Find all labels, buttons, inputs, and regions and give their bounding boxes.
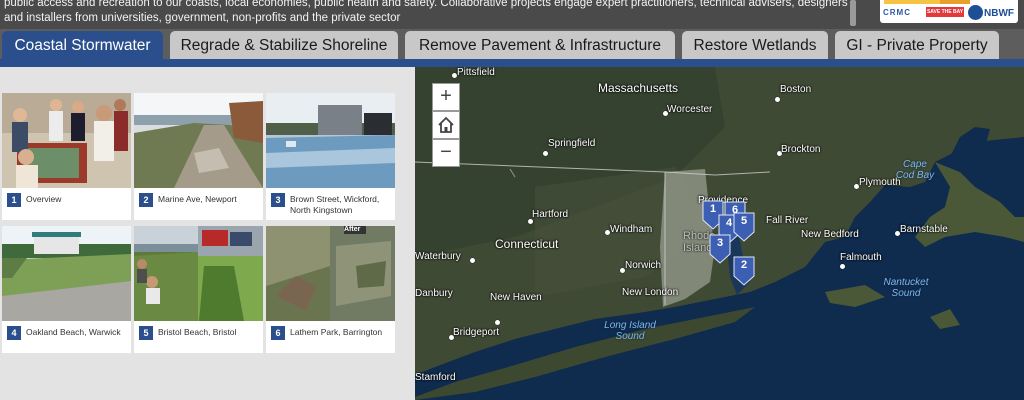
intro-text: public access and recreation to our coas… <box>4 0 849 25</box>
card-caption: 6 Lathem Park, Barrington <box>266 321 395 340</box>
card-caption: 1 Overview <box>2 188 131 207</box>
pin-number: 3 <box>716 237 724 249</box>
header-bar: public access and recreation to our coas… <box>0 0 1024 29</box>
tab-coastal-stormwater[interactable]: Coastal Stormwater <box>2 31 163 60</box>
caption-text: Marine Ave, Newport <box>158 194 237 204</box>
logo-stripe <box>884 0 940 4</box>
label-new-london: New London <box>622 287 679 298</box>
label-cape-cod-bay: Cape Cod Bay <box>895 159 935 181</box>
card-caption: 4 Oakland Beach, Warwick <box>2 321 131 340</box>
card-number: 4 <box>7 326 21 340</box>
intro-scrollbar[interactable] <box>850 0 856 26</box>
label-windham: Windham <box>610 224 653 235</box>
thumbnail-overview[interactable] <box>2 93 131 188</box>
label-new-bedford: New Bedford <box>801 229 859 240</box>
map-view[interactable]: + − Pittsfield Massachusetts Worcester B… <box>415 67 1024 400</box>
city-dot <box>470 258 475 263</box>
gallery-card-marine-ave[interactable]: 2 Marine Ave, Newport <box>134 93 263 220</box>
nbwf-emblem-icon <box>968 5 983 20</box>
card-number: 2 <box>139 193 153 207</box>
gallery-card-bristol-beach[interactable]: 5 Bristol Beach, Bristol <box>134 226 263 353</box>
caption-text: Oakland Beach, Warwick <box>26 327 121 337</box>
city-dot <box>543 151 548 156</box>
gallery-card-overview[interactable]: 1 Overview <box>2 93 131 220</box>
card-caption: 3 Brown Street, Wickford, North Kingstown <box>266 188 395 216</box>
after-label: After <box>344 226 361 233</box>
zoom-in-button[interactable]: + <box>432 83 460 111</box>
tab-restore-wetlands[interactable]: Restore Wetlands <box>682 31 828 60</box>
nbwf-logo: NBWF <box>984 8 1014 19</box>
card-number: 1 <box>7 193 21 207</box>
label-hartford: Hartford <box>532 209 569 220</box>
pin-number: 5 <box>740 215 748 227</box>
caption-text: Lathem Park, Barrington <box>290 327 383 337</box>
project-pin-3[interactable]: 3 <box>709 234 731 264</box>
intro-line-2: and installers from universities, govern… <box>4 11 401 24</box>
save-the-bay-logo: SAVE THE BAY <box>926 7 964 17</box>
thumbnail-marine-ave[interactable] <box>134 93 263 188</box>
label-stamford: Stamford <box>415 372 456 383</box>
city-dot <box>775 97 780 102</box>
tab-gi-private-property[interactable]: GI - Private Property <box>835 31 999 60</box>
label-barnstable: Barnstable <box>900 224 948 235</box>
zoom-out-button[interactable]: − <box>432 139 460 167</box>
label-nantucket-sound: Nantucket Sound <box>883 277 929 299</box>
home-button[interactable] <box>432 111 460 139</box>
caption-text: Overview <box>26 194 62 204</box>
project-pin-5[interactable]: 5 <box>733 212 755 242</box>
city-dot <box>495 320 500 325</box>
tab-underline <box>0 59 1024 67</box>
label-springfield: Springfield <box>548 138 596 149</box>
label-waterbury: Waterbury <box>415 251 461 262</box>
caption-text: Bristol Beach, Bristol <box>158 327 237 337</box>
label-fall-river: Fall River <box>766 215 809 226</box>
intro-line-1: public access and recreation to our coas… <box>4 0 848 9</box>
label-falmouth: Falmouth <box>840 252 882 263</box>
label-pittsfield: Pittsfield <box>457 67 495 78</box>
thumbnail-brown-street[interactable] <box>266 93 395 188</box>
thumbnail-bristol-beach[interactable] <box>134 226 263 321</box>
card-number: 6 <box>271 326 285 340</box>
gallery-card-lathem-park[interactable]: After 6 Lathem Park, Barrington <box>266 226 395 353</box>
tab-remove-pavement[interactable]: Remove Pavement & Infrastructure <box>405 31 675 60</box>
partner-logos: CRMC SAVE THE BAY NBWF <box>880 0 1018 23</box>
label-new-haven: New Haven <box>490 292 542 303</box>
gallery-card-brown-street[interactable]: 3 Brown Street, Wickford, North Kingstown <box>266 93 395 220</box>
home-icon <box>438 116 454 133</box>
logo-stripe-2 <box>940 0 970 4</box>
project-pin-2[interactable]: 2 <box>733 256 755 286</box>
gallery-card-oakland-beach[interactable]: 4 Oakland Beach, Warwick <box>2 226 131 353</box>
card-number: 5 <box>139 326 153 340</box>
label-worcester: Worcester <box>667 104 713 115</box>
label-massachusetts: Massachusetts <box>598 81 679 95</box>
label-bridgeport: Bridgeport <box>453 327 500 338</box>
label-long-island-sound: Long Island Sound <box>604 320 656 342</box>
caption-text: Brown Street, Wickford, North Kingstown <box>290 194 380 215</box>
label-brockton: Brockton <box>781 144 821 155</box>
pin-number: 2 <box>740 259 748 271</box>
thumbnail-lathem-park[interactable]: After <box>266 226 395 321</box>
label-danbury: Danbury <box>415 288 453 299</box>
tab-regrade-stabilize-shoreline[interactable]: Regrade & Stabilize Shoreline <box>170 31 398 60</box>
label-connecticut: Connecticut <box>495 237 559 251</box>
crmc-logo: CRMC <box>883 8 911 17</box>
city-dot <box>840 264 845 269</box>
label-norwich: Norwich <box>625 260 662 271</box>
card-caption: 2 Marine Ave, Newport <box>134 188 263 207</box>
card-number: 3 <box>271 193 285 207</box>
label-boston: Boston <box>780 84 812 95</box>
thumbnail-oakland-beach[interactable] <box>2 226 131 321</box>
project-gallery: 1 Overview 2 Marine Ave, Newport 3 Brown… <box>0 67 415 400</box>
card-caption: 5 Bristol Beach, Bristol <box>134 321 263 340</box>
